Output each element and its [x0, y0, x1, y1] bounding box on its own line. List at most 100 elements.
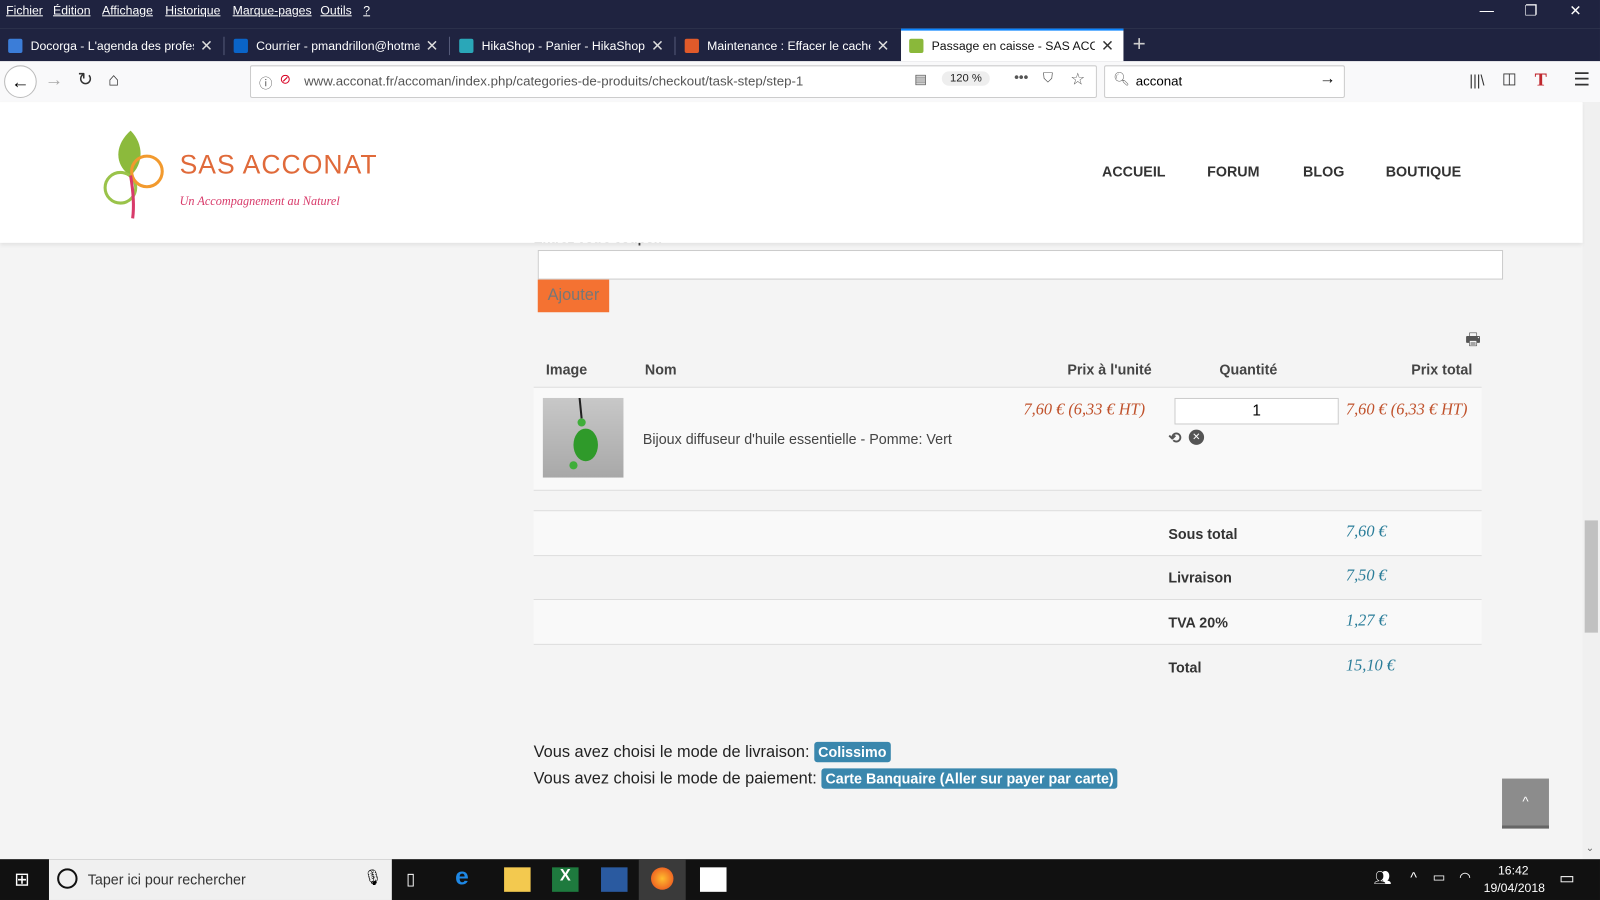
microphone-icon[interactable]: 🎙︎ [363, 868, 382, 886]
menu-marque-pages[interactable]: Marque-pages [233, 3, 312, 17]
shipping-label: Livraison [1168, 569, 1232, 586]
outlook-icon [233, 38, 248, 54]
quantity-input[interactable]: 1 [1174, 397, 1339, 425]
firefox-icon [651, 867, 674, 890]
product-image[interactable] [542, 397, 624, 478]
taskbar-search[interactable]: Taper ici pour rechercher 🎙︎ [48, 859, 392, 900]
zoom-level[interactable]: 120 % [941, 71, 990, 86]
tax-value: 1,27 € [1345, 612, 1387, 630]
file-explorer-icon[interactable] [504, 867, 531, 892]
notifications-icon[interactable]: ▭ [1559, 868, 1574, 888]
pocket-icon[interactable]: ⛉ [1043, 70, 1053, 86]
nav-accueil[interactable]: ACCUEIL [1102, 163, 1166, 179]
clock-date[interactable]: 19/04/2018 [1484, 881, 1545, 895]
menu-outils[interactable]: Outils [320, 3, 351, 17]
bookmark-star-icon[interactable]: ☆ [1070, 69, 1085, 89]
restore-button[interactable]: ❐ [1524, 2, 1537, 19]
tab-docorga[interactable]: Docorga - L'agenda des profess ✕ [0, 31, 222, 62]
nav-blog[interactable]: BLOG [1303, 163, 1344, 179]
menu-help[interactable]: ? [363, 3, 370, 17]
logo-leaf-icon [103, 130, 164, 219]
back-button[interactable]: ← [4, 65, 37, 98]
reload-button[interactable]: ↻ [78, 69, 93, 90]
new-tab-button[interactable]: + [1133, 31, 1146, 58]
close-tab-icon[interactable]: ✕ [1101, 37, 1114, 55]
search-box[interactable]: 🔍︎ acconat → [1104, 65, 1345, 98]
total-value: 15,10 € [1345, 657, 1395, 675]
site-header: SAS ACCONAT Un Accompagnement au Naturel… [0, 102, 1583, 243]
task-view-icon[interactable]: ▯ [406, 869, 415, 889]
menu-affichage[interactable]: Affichage [102, 3, 153, 17]
shipping-mode-line: Vous avez choisi le mode de livraison: C… [534, 741, 891, 763]
info-icon[interactable]: ⓘ [259, 72, 272, 91]
page-scrollbar[interactable]: ⌄ [1582, 102, 1600, 860]
scrollbar-thumb[interactable] [1584, 520, 1598, 633]
url-text[interactable]: www.acconat.fr/accoman/index.php/categor… [304, 73, 803, 88]
shipping-value: 7,50 € [1345, 567, 1387, 585]
tab-maintenance[interactable]: Maintenance : Effacer le cache ✕ [677, 31, 899, 62]
nav-forum[interactable]: FORUM [1207, 163, 1259, 179]
tab-hikashop[interactable]: HikaShop - Panier - HikaShop ✕ [451, 31, 673, 62]
header-total: Prix total [1411, 361, 1473, 378]
docorga-icon [8, 38, 23, 54]
reader-view-icon[interactable]: ▤ [914, 71, 927, 87]
logo-title: SAS ACCONAT [179, 148, 378, 180]
tab-passage-en-caisse[interactable]: Passage en caisse - SAS ACCON✕ [901, 28, 1124, 62]
url-bar[interactable]: ⓘ ⊘ www.acconat.fr/accoman/index.php/cat… [249, 65, 1097, 98]
wifi-icon[interactable]: ◠ [1459, 869, 1471, 885]
clock-time[interactable]: 16:42 [1498, 863, 1529, 877]
hikashop-icon [459, 38, 474, 54]
remove-icon[interactable]: ✕ [1188, 429, 1205, 445]
search-go-icon[interactable]: → [1319, 70, 1335, 88]
close-tab-icon[interactable]: ✕ [651, 37, 664, 55]
windows-start-icon[interactable]: ⊞ [14, 869, 29, 890]
hamburger-menu-icon[interactable]: ☰ [1573, 69, 1589, 90]
unit-price: 7,60 € (6,33 € HT) [1023, 401, 1146, 419]
close-tab-icon[interactable]: ✕ [877, 37, 890, 55]
photos-icon[interactable] [699, 867, 727, 892]
close-window-button[interactable]: ✕ [1569, 2, 1581, 19]
people-icon[interactable]: 👥︎ [1373, 869, 1391, 886]
tax-label: TVA 20% [1168, 614, 1228, 631]
menu-fichier[interactable]: Fichier [6, 3, 43, 17]
app-icon[interactable] [601, 867, 628, 892]
checkout-content: Entrez votre coupon Ajouter 🖶︎ Image Nom… [0, 231, 1583, 859]
library-icon[interactable]: |||\ [1469, 72, 1484, 88]
product-name[interactable]: Bijoux diffuseur d'huile essentielle - P… [643, 431, 952, 447]
edge-icon[interactable]: e [455, 863, 482, 891]
subtotal-value: 7,60 € [1345, 523, 1387, 541]
site-logo[interactable]: SAS ACCONAT Un Accompagnement au Naturel [102, 127, 408, 221]
nav-boutique[interactable]: BOUTIQUE [1386, 163, 1461, 179]
cortana-icon [57, 868, 78, 889]
payment-mode-line: Vous avez choisi le mode de paiement: Ca… [534, 768, 1118, 789]
extension-t-icon[interactable]: T [1535, 69, 1547, 90]
home-button[interactable]: ⌂ [108, 69, 119, 90]
menu-historique[interactable]: Historique [165, 3, 220, 17]
refresh-icon[interactable]: ⟲ [1168, 429, 1181, 447]
add-coupon-button[interactable]: Ajouter [537, 279, 610, 313]
minimize-button[interactable]: — [1480, 2, 1494, 18]
firefox-taskbar-button[interactable] [638, 859, 686, 900]
back-to-top-button[interactable]: ^ [1502, 778, 1549, 829]
shipping-row: Livraison 7,50 € [533, 555, 1482, 600]
payment-mode-badge: Carte Banquaire (Aller sur payer par car… [821, 768, 1118, 789]
close-tab-icon[interactable]: ✕ [426, 37, 439, 55]
shipping-mode-badge: Colissimo [814, 741, 891, 763]
tray-chevron-icon[interactable]: ^ [1410, 869, 1417, 885]
excel-icon[interactable]: X [552, 867, 579, 892]
table-row: Bijoux diffuseur d'huile essentielle - P… [533, 386, 1482, 491]
close-tab-icon[interactable]: ✕ [200, 37, 213, 55]
search-input[interactable]: acconat [1136, 73, 1182, 88]
taskbar-search-input[interactable]: Taper ici pour rechercher [88, 871, 246, 887]
forward-button[interactable]: → [45, 69, 63, 90]
sidebar-icon[interactable]: ◫ [1502, 69, 1516, 87]
battery-icon[interactable]: ▭ [1433, 869, 1446, 885]
page-actions-icon[interactable]: ••• [1014, 69, 1028, 84]
menu-bar: Fichier Édition Affichage Historique Mar… [0, 0, 1600, 29]
coupon-input[interactable] [537, 249, 1504, 280]
print-icon[interactable]: 🖶︎ [1465, 329, 1480, 357]
menu-edition[interactable]: Édition [53, 3, 90, 17]
acconat-favicon [909, 38, 924, 54]
scroll-down-arrow[interactable]: ⌄ [1586, 843, 1595, 854]
tab-courrier[interactable]: Courrier - pmandrillon@hotma ✕ [226, 31, 448, 62]
